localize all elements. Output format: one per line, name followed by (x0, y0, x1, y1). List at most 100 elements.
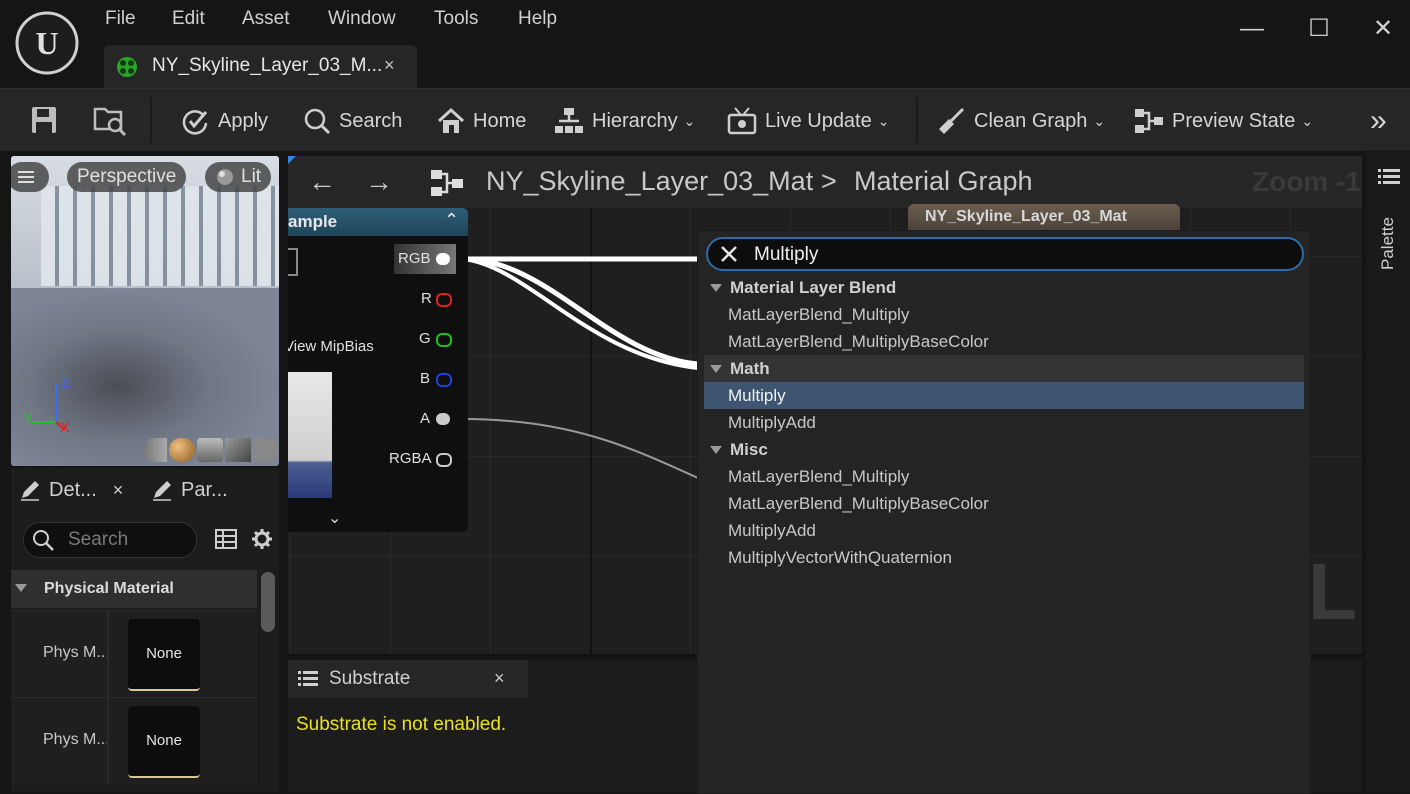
property-label: Phys M... (43, 644, 110, 661)
result-item[interactable]: MultiplyAdd (704, 517, 1304, 544)
pin-label-b: B (420, 370, 431, 387)
uv-input-pin[interactable] (288, 248, 298, 276)
material-instance-icon (116, 56, 138, 78)
save-icon[interactable] (30, 105, 58, 135)
clean-graph-dropdown[interactable]: Clean Graph ⌄ (936, 105, 1105, 137)
node-header[interactable]: ample ⌃ (288, 208, 468, 236)
result-item-selected[interactable]: Multiply (704, 382, 1304, 409)
physical-material-section-header[interactable]: Physical Material (11, 570, 257, 608)
menu-file[interactable]: File (105, 8, 136, 30)
preview-state-icon (1134, 107, 1164, 135)
result-item[interactable]: MatLayerBlend_Multiply (704, 463, 1304, 490)
popup-search-field[interactable] (706, 237, 1304, 271)
g-output-pin[interactable] (436, 333, 452, 347)
perspective-button[interactable]: Perspective (67, 162, 187, 192)
expand-node-icon[interactable]: ⌄ (328, 508, 341, 528)
search-icon (32, 529, 54, 551)
plane-preview-icon[interactable] (197, 438, 223, 462)
menu-window[interactable]: Window (328, 8, 396, 30)
hierarchy-dropdown[interactable]: Hierarchy ⌄ (554, 105, 695, 137)
minimize-button[interactable]: — (1237, 14, 1267, 44)
details-tab[interactable]: Det... × (19, 468, 123, 512)
home-icon (437, 107, 465, 135)
apply-button[interactable]: Apply (180, 105, 268, 137)
result-item[interactable]: MatLayerBlend_MultiplyBaseColor (704, 490, 1304, 517)
preview-state-dropdown[interactable]: Preview State ⌄ (1134, 105, 1313, 137)
apply-icon (180, 106, 210, 136)
viewport-building (41, 186, 279, 286)
asset-tab-label: NY_Skyline_Layer_03_M... (152, 55, 383, 76)
browse-asset-icon[interactable] (93, 103, 127, 137)
category-material-layer-blend[interactable]: Material Layer Blend (704, 274, 1304, 301)
gear-icon[interactable] (251, 528, 273, 550)
material-result-node-header[interactable]: NY_Skyline_Layer_03_Mat (908, 204, 1180, 232)
menu-asset[interactable]: Asset (242, 8, 290, 30)
a-output-pin[interactable] (436, 413, 450, 425)
hamburger-menu-icon (17, 169, 35, 185)
result-item[interactable]: MultiplyVectorWithQuaternion (704, 544, 1304, 571)
menu-help[interactable]: Help (518, 8, 557, 30)
category-math[interactable]: Math (704, 355, 1304, 382)
palette-label: Palette (1378, 217, 1397, 270)
collapse-node-icon[interactable]: ⌃ (444, 210, 459, 231)
lit-mode-button[interactable]: Lit (205, 162, 272, 192)
unreal-logo-icon[interactable]: U (14, 10, 80, 76)
zoom-indicator: Zoom -1 (1252, 166, 1361, 197)
asset-tab-close-button[interactable]: × (384, 55, 395, 76)
popup-search-input[interactable] (752, 241, 1276, 269)
rgb-output-pin[interactable] (436, 253, 450, 265)
viewport-menu-button[interactable] (11, 162, 49, 192)
axis-y-label: Y (23, 410, 34, 427)
palette-side-tab[interactable]: Palette (1366, 150, 1410, 792)
details-tab-close-button[interactable]: × (113, 480, 124, 501)
rgba-output-pin[interactable] (436, 453, 452, 467)
cylinder-preview-icon[interactable] (143, 438, 167, 462)
node-title: ample (288, 212, 338, 231)
column-divider (107, 611, 109, 697)
result-item[interactable]: MultiplyAdd (704, 409, 1304, 436)
node-search-popup: Material Layer Blend MatLayerBlend_Multi… (697, 230, 1311, 794)
details-search-input[interactable] (66, 526, 190, 554)
asset-thumbnail-picker[interactable]: None (128, 706, 200, 778)
substrate-tab-close-button[interactable]: × (494, 668, 505, 689)
maximize-button[interactable]: ☐ (1304, 14, 1334, 44)
category-label: Material Layer Blend (730, 277, 897, 297)
live-update-dropdown[interactable]: Live Update ⌄ (727, 105, 889, 137)
custom-mesh-preview-icon[interactable] (253, 438, 279, 462)
sphere-preview-icon[interactable] (169, 438, 195, 462)
pencil-icon (151, 479, 173, 501)
material-node-title: NY_Skyline_Layer_03_Mat (925, 208, 1127, 225)
list-icon (298, 670, 318, 688)
menu-tools[interactable]: Tools (434, 8, 478, 30)
live-update-icon (727, 106, 757, 136)
category-misc[interactable]: Misc (704, 436, 1304, 463)
close-window-button[interactable]: ✕ (1368, 14, 1398, 44)
pin-label-rgb: RGB (398, 250, 431, 267)
cube-preview-icon[interactable] (225, 438, 251, 462)
parameters-tab[interactable]: Par... (151, 468, 228, 512)
category-label: Misc (730, 439, 768, 459)
r-output-pin[interactable] (436, 293, 452, 307)
asset-thumbnail-picker[interactable]: None (128, 619, 200, 691)
chevron-down-icon: ⌄ (1301, 112, 1314, 129)
table-view-icon[interactable] (215, 528, 237, 550)
toolbar-overflow-button[interactable]: » (1370, 104, 1387, 137)
breadcrumb-graph[interactable]: Material Graph (854, 166, 1033, 197)
result-item[interactable]: MatLayerBlend_Multiply (704, 301, 1304, 328)
result-item[interactable]: MatLayerBlend_MultiplyBaseColor (704, 328, 1304, 355)
live-update-label: Live Update (765, 109, 872, 132)
texture-sample-node[interactable]: ample ⌃ RGB R G B A RGBA View MipBias ⌄ (288, 208, 468, 532)
pencil-icon (19, 479, 41, 501)
collapse-arrow-icon (710, 364, 722, 373)
details-search-field[interactable] (23, 522, 197, 558)
home-button[interactable]: Home (437, 105, 526, 137)
details-scrollbar[interactable] (261, 572, 275, 632)
b-output-pin[interactable] (436, 373, 452, 387)
menu-edit[interactable]: Edit (172, 8, 205, 30)
substrate-tab[interactable]: Substrate × (288, 660, 528, 698)
preview-viewport[interactable]: Perspective Lit Z Y X (11, 156, 279, 466)
clear-search-icon[interactable] (720, 245, 738, 263)
breadcrumb-separator: > (821, 166, 837, 196)
asset-editor-tab[interactable]: NY_Skyline_Layer_03_M... × (104, 45, 417, 88)
search-button[interactable]: Search (303, 105, 402, 137)
